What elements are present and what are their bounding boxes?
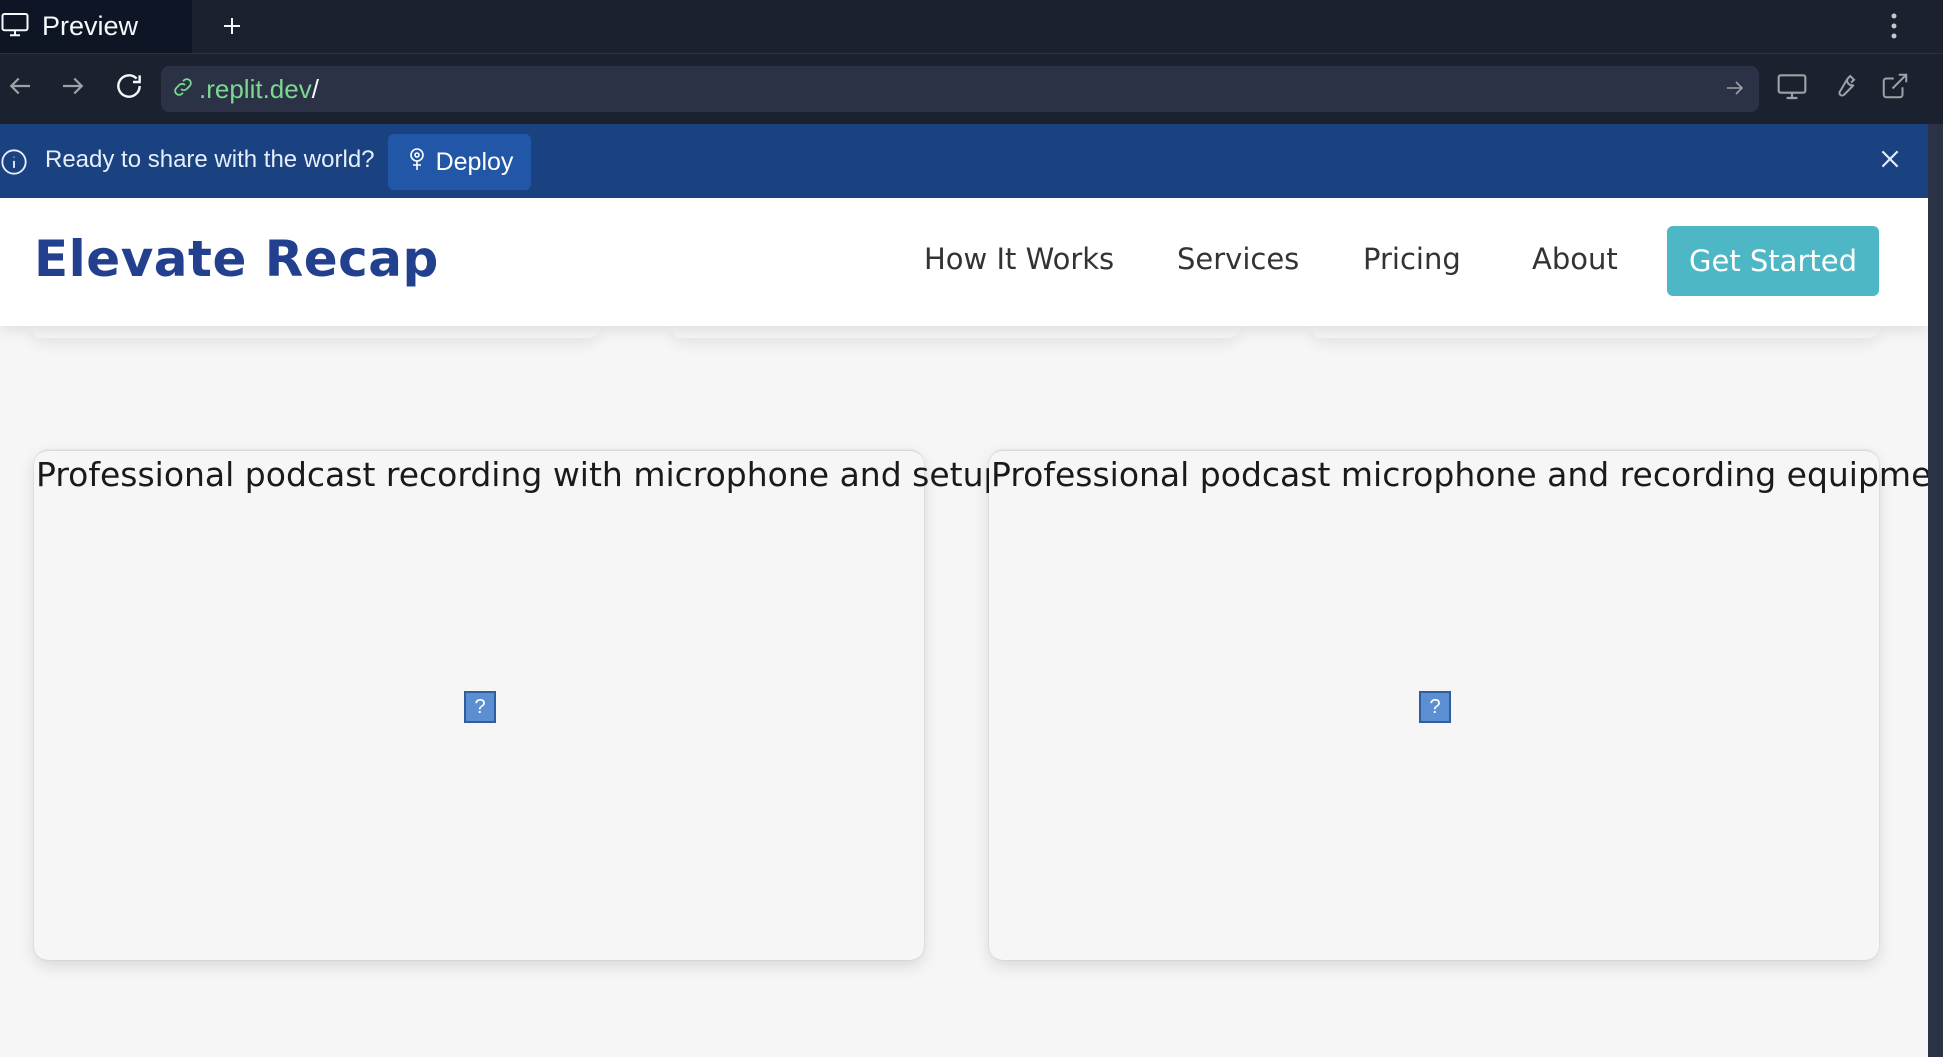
site-viewport: Elevate Recap How It Works Services Pric… [0, 198, 1928, 1057]
devices-button[interactable] [1770, 66, 1814, 110]
url-domain: .replit.dev [199, 73, 312, 104]
broken-image-icon: ? [1419, 691, 1451, 723]
nav-services[interactable]: Services [1177, 242, 1299, 276]
wrench-icon [1829, 71, 1859, 106]
close-icon [1877, 146, 1903, 177]
reload-icon [113, 70, 145, 107]
card-shadow [30, 326, 600, 338]
card-shadow [1310, 326, 1880, 338]
go-icon[interactable] [1723, 76, 1747, 105]
arrow-right-icon [58, 71, 88, 106]
scrollbar[interactable] [1928, 124, 1943, 1057]
kebab-icon [1876, 13, 1912, 50]
broken-image-icon: ? [464, 691, 496, 723]
url-path: / [311, 73, 319, 104]
monitor-icon [1776, 70, 1808, 107]
monitor-icon [0, 9, 30, 44]
back-button[interactable] [0, 68, 40, 108]
new-tab-button[interactable] [212, 6, 252, 46]
get-started-button[interactable]: Get Started [1667, 226, 1879, 296]
nav-about[interactable]: About [1532, 242, 1618, 276]
deploy-icon [406, 147, 428, 178]
site-header: Elevate Recap How It Works Services Pric… [0, 198, 1928, 326]
info-icon [0, 148, 28, 181]
nav-how-it-works[interactable]: How It Works [924, 242, 1114, 276]
url-toolbar: .replit.dev / [0, 54, 1943, 124]
external-link-icon [1880, 71, 1910, 106]
link-icon [171, 75, 195, 104]
nav-pricing[interactable]: Pricing [1363, 242, 1461, 276]
reload-button[interactable] [109, 68, 149, 108]
brand-logo[interactable]: Elevate Recap [34, 230, 439, 288]
arrow-left-icon [5, 71, 35, 106]
url-input[interactable]: .replit.dev / [161, 66, 1759, 112]
banner-message: Ready to share with the world? [45, 146, 375, 173]
podcast-card: Professional podcast recording with micr… [34, 450, 1004, 960]
deploy-button[interactable]: Deploy [388, 134, 531, 190]
podcast-card: Professional podcast microphone and reco… [989, 450, 1928, 960]
tab-preview[interactable]: Preview [0, 0, 192, 53]
card-shadow [670, 326, 1240, 338]
tab-label: Preview [42, 11, 139, 41]
tab-bar: Preview [0, 0, 1943, 54]
browser-window: Preview .replit.dev / Ready to share wit… [0, 0, 1943, 1057]
deploy-banner: Ready to share with the world? Deploy [0, 124, 1928, 198]
plus-icon [212, 18, 252, 50]
image-alt-text: Professional podcast recording with micr… [36, 455, 1005, 494]
forward-button[interactable] [53, 68, 93, 108]
banner-close-button[interactable] [1870, 141, 1910, 181]
devtools-button[interactable] [1822, 66, 1866, 110]
open-new-window-button[interactable] [1873, 66, 1917, 110]
deploy-label: Deploy [435, 147, 514, 176]
tab-menu-button[interactable] [1876, 6, 1912, 46]
image-alt-text: Professional podcast microphone and reco… [991, 455, 1928, 494]
